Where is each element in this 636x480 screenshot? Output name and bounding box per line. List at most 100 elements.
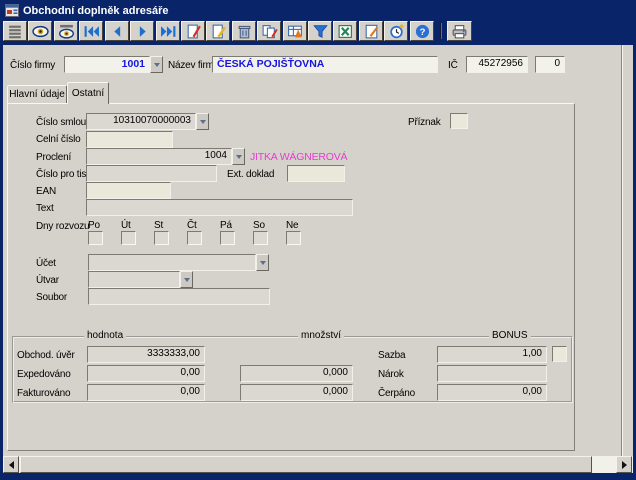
window-title: Obchodní doplněk adresáře [23, 5, 168, 17]
filter-icon [312, 24, 329, 39]
table-browse-button[interactable] [3, 21, 27, 41]
text-field[interactable] [86, 199, 353, 216]
help-icon: ? [414, 24, 431, 39]
filter-button[interactable] [308, 21, 332, 41]
priznak-label: Příznak [408, 117, 441, 128]
day-checkbox-ne[interactable] [286, 231, 301, 245]
sazba-field[interactable]: 1,00 [437, 346, 547, 363]
cislo-firmy-label: Číslo firmy [10, 60, 55, 71]
notes-button[interactable] [359, 21, 383, 41]
toolbar-separator [440, 23, 442, 39]
fakturovano-label: Fakturováno [17, 388, 70, 399]
copy-record-icon [261, 24, 278, 39]
clock-icon [388, 24, 405, 39]
ext-doklad-label: Ext. doklad [227, 169, 274, 180]
ean-field[interactable] [86, 182, 171, 199]
bonus-header: BONUS [489, 330, 531, 341]
day-checkbox-po[interactable] [88, 231, 103, 245]
cislo-smlouvy-field[interactable]: 10310070000003 [86, 113, 196, 130]
excel-export-button[interactable] [333, 21, 357, 41]
tab-ostatni-label: Ostatní [72, 88, 104, 99]
previous-record-icon [109, 24, 126, 39]
edit-record-button[interactable] [206, 21, 230, 41]
table-tools-button[interactable] [283, 21, 307, 41]
procleni-linked-name: JITKA WÁGNEROVÁ [250, 152, 347, 163]
utvar-dropdown-button[interactable] [180, 271, 193, 288]
procleni-dropdown-button[interactable] [232, 148, 245, 165]
day-label-pa: Pá [220, 220, 232, 231]
day-checkbox-pa[interactable] [220, 231, 235, 245]
new-record-icon [185, 24, 202, 39]
hodnota-header: hodnota [84, 330, 126, 341]
mnozstvi-header: množství [298, 330, 344, 341]
tab-hlavni-udaje-label: Hlavní údaje [9, 89, 65, 100]
day-checkbox-ut[interactable] [121, 231, 136, 245]
day-label-st: St [154, 220, 163, 231]
print-button[interactable] [447, 21, 472, 41]
cerpano-field[interactable]: 0,00 [437, 384, 547, 401]
form-right-edge-highlight [622, 45, 623, 456]
day-checkbox-ct[interactable] [187, 231, 202, 245]
cislo-pro-tisk-field[interactable] [86, 165, 217, 182]
tab-hlavni-udaje[interactable]: Hlavní údaje [7, 85, 67, 103]
excel-export-icon [337, 24, 354, 39]
dny-rozvozu-label: Dny rozvozu [36, 221, 89, 232]
svg-text:?: ? [419, 27, 425, 38]
last-record-icon [160, 24, 177, 39]
ic-sub-field[interactable]: 0 [535, 56, 565, 73]
view-button[interactable] [28, 21, 52, 41]
table-tools-icon [287, 24, 304, 39]
ext-doklad-field[interactable] [287, 165, 345, 182]
new-record-button[interactable] [181, 21, 205, 41]
soubor-field[interactable] [88, 288, 270, 305]
horizontal-scrollbar[interactable] [3, 456, 633, 473]
procleni-field[interactable]: 1004 [86, 148, 232, 165]
edit-record-icon [210, 24, 227, 39]
tab-ostatni[interactable]: Ostatní [67, 82, 109, 104]
day-label-so: So [253, 220, 265, 231]
procleni-label: Proclení [36, 152, 71, 163]
day-label-po: Po [88, 220, 100, 231]
ucet-dropdown-button[interactable] [256, 254, 269, 271]
scroll-left-button[interactable] [3, 456, 19, 473]
copy-record-button[interactable] [257, 21, 281, 41]
cislo-firmy-dropdown-button[interactable] [150, 56, 163, 73]
sazba-flag-box[interactable] [552, 346, 567, 362]
fakturovano-hodnota-field[interactable]: 0,00 [87, 384, 205, 401]
day-checkbox-so[interactable] [253, 231, 268, 245]
ucet-field[interactable] [88, 254, 256, 271]
priznak-field[interactable] [450, 113, 468, 129]
scrollbar-thumb[interactable] [20, 456, 592, 473]
narok-field[interactable] [437, 365, 547, 382]
first-record-button[interactable] [79, 21, 103, 41]
view-header-button[interactable] [54, 21, 78, 41]
app-window: Obchodní doplněk adresáře [0, 0, 636, 480]
scroll-right-button[interactable] [616, 456, 632, 473]
expedovano-hodnota-field[interactable]: 0,00 [87, 365, 205, 382]
day-label-ct: Čt [187, 220, 197, 231]
ic-label: IČ [448, 60, 458, 71]
clock-button[interactable] [384, 21, 408, 41]
cislo-firmy-field[interactable]: 1001 [64, 56, 150, 73]
previous-record-button[interactable] [105, 21, 129, 41]
ean-label: EAN [36, 186, 56, 197]
day-checkbox-st[interactable] [154, 231, 169, 245]
obchod-uver-label: Obchod. úvěr [17, 350, 75, 361]
celni-cislo-field[interactable] [86, 131, 173, 148]
expedovano-mnozstvi-field[interactable]: 0,000 [240, 365, 353, 382]
soubor-label: Soubor [36, 292, 67, 303]
help-button[interactable]: ? [410, 21, 434, 41]
fakturovano-mnozstvi-field[interactable]: 0,000 [240, 384, 353, 401]
next-record-button[interactable] [130, 21, 154, 41]
nazev-firmy-field[interactable]: ČESKÁ POJIŠŤOVNA [212, 56, 438, 73]
title-bar[interactable]: Obchodní doplněk adresáře [3, 2, 633, 19]
expedovano-label: Expedováno [17, 369, 71, 380]
last-record-button[interactable] [156, 21, 180, 41]
delete-record-button[interactable] [232, 21, 256, 41]
view-eye-header-icon [58, 24, 75, 39]
utvar-field[interactable] [88, 271, 180, 288]
ucet-label: Účet [36, 258, 56, 269]
cislo-smlouvy-dropdown-button[interactable] [196, 113, 209, 130]
obchod-uver-hodnota-field[interactable]: 3333333,00 [87, 346, 205, 363]
ic-field[interactable]: 45272956 [466, 56, 528, 73]
